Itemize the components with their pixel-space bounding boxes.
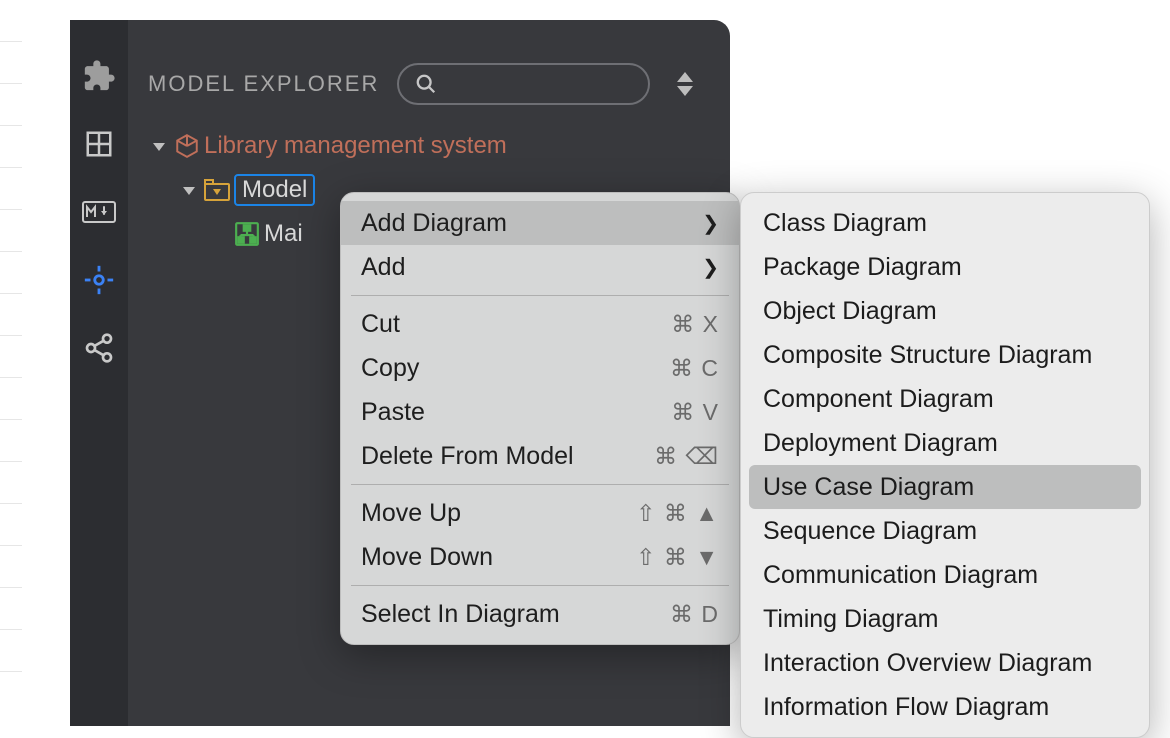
chevron-down-icon[interactable] — [148, 140, 170, 152]
menu-item-delete[interactable]: Delete From Model ⌘ ⌫ — [341, 434, 739, 478]
search-input[interactable] — [397, 63, 650, 105]
menu-shortcut: ⇧ ⌘ ▲ — [636, 500, 719, 527]
menu-shortcut: ⌘ D — [670, 601, 719, 628]
submenu-item-label: Deployment Diagram — [763, 429, 998, 458]
menu-item-select-in-diagram[interactable]: Select In Diagram ⌘ D — [341, 592, 739, 636]
submenu-item[interactable]: Timing Diagram — [741, 597, 1149, 641]
menu-separator — [351, 585, 729, 586]
menu-item-label: Paste — [361, 398, 425, 427]
tree-root-item[interactable]: Library management system — [148, 124, 702, 168]
submenu-item[interactable]: Composite Structure Diagram — [741, 333, 1149, 377]
grid-icon[interactable] — [81, 126, 117, 162]
extension-icon[interactable] — [81, 58, 117, 94]
ruler — [0, 0, 22, 726]
model-folder-icon — [200, 179, 234, 201]
menu-shortcut: ⌘ X — [671, 311, 719, 338]
menu-separator — [351, 295, 729, 296]
menu-item-add-diagram[interactable]: Add Diagram ❯ — [341, 201, 739, 245]
menu-shortcut: ⌘ C — [670, 355, 719, 382]
menu-shortcut: ⇧ ⌘ ▼ — [636, 544, 719, 571]
menu-shortcut: ⌘ ⌫ — [654, 443, 719, 470]
context-menu: Add Diagram ❯ Add ❯ Cut ⌘ X Copy ⌘ C Pas… — [340, 192, 740, 645]
tree-item-label: Library management system — [204, 132, 507, 160]
submenu-item[interactable]: Object Diagram — [741, 289, 1149, 333]
menu-item-label: Add Diagram — [361, 209, 507, 238]
menu-item-label: Add — [361, 253, 405, 282]
submenu-item[interactable]: Class Diagram — [741, 201, 1149, 245]
submenu-item-label: Information Flow Diagram — [763, 693, 1049, 722]
target-icon[interactable] — [81, 262, 117, 298]
submenu-item[interactable]: Component Diagram — [741, 377, 1149, 421]
submenu-item-label: Class Diagram — [763, 209, 927, 238]
menu-item-label: Delete From Model — [361, 442, 574, 471]
submenu-item-label: Use Case Diagram — [763, 473, 974, 502]
submenu-item-label: Sequence Diagram — [763, 517, 977, 546]
panel-header: MODEL EXPLORER — [148, 56, 702, 112]
panel-title: MODEL EXPLORER — [148, 71, 379, 97]
tree-item-label: Mai — [264, 220, 303, 248]
tree-item-label: Model — [242, 176, 307, 203]
chevron-right-icon: ❯ — [702, 211, 719, 236]
submenu-item-label: Object Diagram — [763, 297, 937, 326]
sidebar-iconbar — [70, 20, 128, 726]
menu-item-label: Copy — [361, 354, 419, 383]
submenu-item-label: Composite Structure Diagram — [763, 341, 1092, 370]
submenu-item-label: Timing Diagram — [763, 605, 939, 634]
menu-item-move-down[interactable]: Move Down ⇧ ⌘ ▼ — [341, 535, 739, 579]
menu-separator — [351, 484, 729, 485]
menu-item-copy[interactable]: Copy ⌘ C — [341, 346, 739, 390]
menu-item-paste[interactable]: Paste ⌘ V — [341, 390, 739, 434]
markdown-icon[interactable] — [81, 194, 117, 230]
submenu-item[interactable]: Sequence Diagram — [741, 509, 1149, 553]
submenu-item-label: Interaction Overview Diagram — [763, 649, 1092, 678]
menu-item-label: Cut — [361, 310, 400, 339]
submenu-item[interactable]: Information Flow Diagram — [741, 685, 1149, 729]
menu-item-move-up[interactable]: Move Up ⇧ ⌘ ▲ — [341, 491, 739, 535]
sort-toggle-icon[interactable] — [668, 67, 702, 101]
diagram-icon — [230, 221, 264, 247]
submenu-item-label: Component Diagram — [763, 385, 994, 414]
menu-item-label: Move Down — [361, 543, 493, 572]
submenu-item[interactable]: Interaction Overview Diagram — [741, 641, 1149, 685]
submenu-item[interactable]: Deployment Diagram — [741, 421, 1149, 465]
submenu-item[interactable]: Package Diagram — [741, 245, 1149, 289]
chevron-right-icon: ❯ — [702, 255, 719, 280]
menu-shortcut: ⌘ V — [671, 399, 719, 426]
submenu-item-label: Package Diagram — [763, 253, 962, 282]
menu-item-cut[interactable]: Cut ⌘ X — [341, 302, 739, 346]
menu-item-label: Select In Diagram — [361, 600, 560, 629]
submenu-item[interactable]: Use Case Diagram — [749, 465, 1141, 509]
share-icon[interactable] — [81, 330, 117, 366]
submenu-item-label: Communication Diagram — [763, 561, 1038, 590]
chevron-down-icon[interactable] — [178, 184, 200, 196]
project-cube-icon — [170, 133, 204, 159]
menu-item-add[interactable]: Add ❯ — [341, 245, 739, 289]
menu-item-label: Move Up — [361, 499, 461, 528]
submenu-item[interactable]: Communication Diagram — [741, 553, 1149, 597]
add-diagram-submenu: Class Diagram Package Diagram Object Diagr… — [740, 192, 1150, 738]
search-icon — [415, 73, 437, 95]
